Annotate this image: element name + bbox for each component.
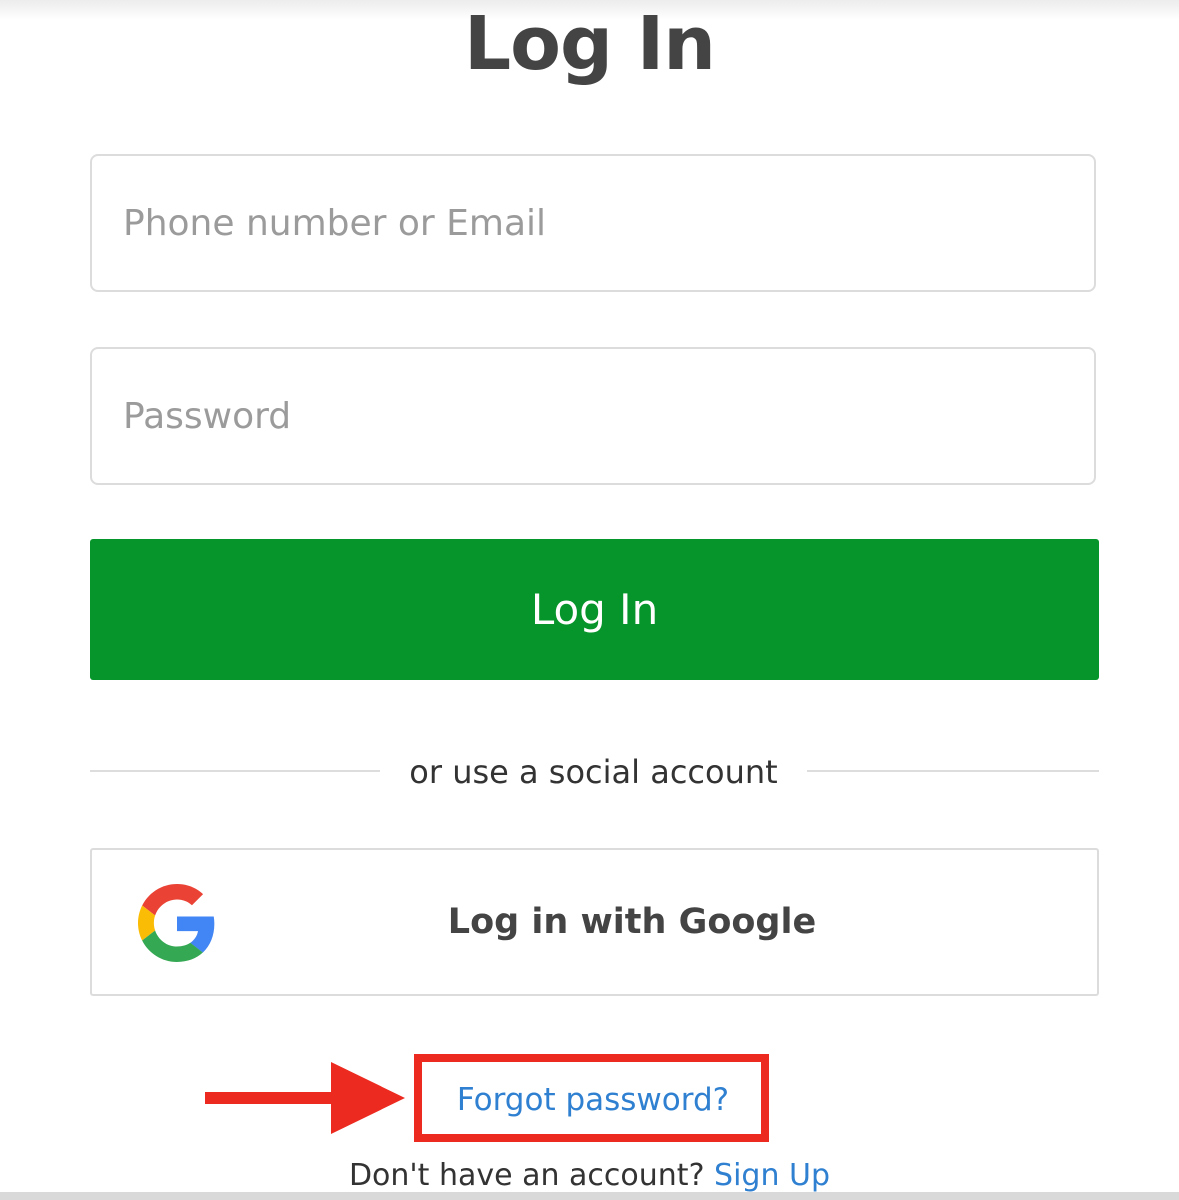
password-field[interactable]: [92, 349, 1094, 483]
right-arrow-icon: [205, 1062, 405, 1134]
google-login-label: Log in with Google: [447, 902, 817, 942]
google-login-button[interactable]: Log in with Google: [90, 848, 1099, 996]
google-icon: [138, 884, 215, 962]
login-button[interactable]: Log In: [90, 539, 1099, 680]
email-field[interactable]: [92, 156, 1094, 290]
email-field-container: [90, 154, 1096, 292]
divider-line-left: [90, 770, 380, 772]
sign-up-link[interactable]: Sign Up: [714, 1158, 830, 1193]
social-divider-text: or use a social account: [409, 753, 778, 791]
forgot-password-link[interactable]: Forgot password?: [430, 1076, 756, 1124]
bottom-strip: [0, 1192, 1179, 1200]
no-account-text: Don't have an account?: [348, 1158, 705, 1193]
divider-line-right: [807, 770, 1099, 772]
password-field-container: [90, 347, 1096, 485]
page-title: Log In: [464, 1, 716, 87]
